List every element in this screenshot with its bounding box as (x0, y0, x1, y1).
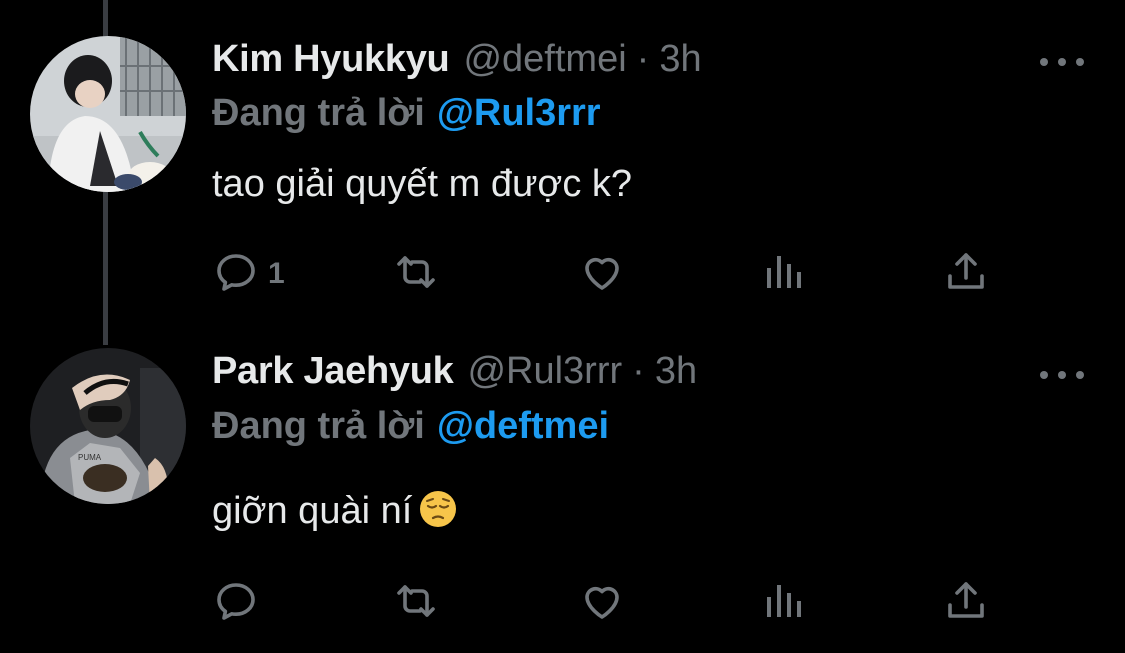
analytics-button[interactable] (760, 575, 808, 631)
like-icon (578, 577, 626, 630)
display-name[interactable]: Park Jaehyuk (212, 350, 454, 393)
separator-dot: · (632, 350, 645, 392)
separator-dot: · (636, 38, 650, 80)
analytics-icon (760, 248, 808, 301)
like-icon (578, 248, 626, 301)
retweet-button[interactable] (392, 246, 440, 302)
tweet[interactable]: PUMA Park Jaehyuk @Rul3rrr · 3h Đang trả… (0, 325, 1125, 653)
retweet-icon (392, 577, 440, 630)
analytics-icon (760, 577, 808, 630)
tweet[interactable]: Kim Hyukkyu @deftmei · 3h Đang trả lời @R… (0, 0, 1125, 325)
share-icon (942, 248, 990, 301)
reply-button[interactable]: 1 (212, 246, 285, 302)
tweet-actions (0, 575, 1125, 631)
pensive-face-emoji-icon (418, 489, 458, 539)
user-handle[interactable]: @Rul3rrr (467, 350, 622, 393)
tweet-text: giỡn quài ní (212, 490, 413, 532)
reply-icon (212, 577, 260, 630)
replying-to-label: Đang trả lời (212, 405, 425, 447)
share-button[interactable] (942, 575, 990, 631)
tweet-actions: 1 (0, 246, 1125, 302)
share-icon (942, 577, 990, 630)
reply-icon (212, 248, 260, 301)
retweet-icon (392, 248, 440, 301)
like-button[interactable] (578, 575, 626, 631)
user-handle[interactable]: @deftmei (463, 38, 626, 81)
more-icon[interactable] (1040, 52, 1084, 72)
replying-to: Đang trả lời @deftmei (212, 405, 609, 448)
reply-button[interactable] (212, 575, 268, 631)
more-icon[interactable] (1040, 365, 1084, 385)
timestamp[interactable]: 3h (659, 38, 701, 81)
reply-count: 1 (268, 257, 285, 290)
tweet-text-container: giỡn quài ní (212, 489, 458, 539)
replying-to: Đang trả lời @Rul3rrr (212, 92, 601, 135)
share-button[interactable] (942, 246, 990, 302)
tweet-header: Park Jaehyuk @Rul3rrr · 3h (212, 350, 697, 393)
timestamp[interactable]: 3h (655, 350, 697, 393)
tweet-text: tao giải quyết m được k? (212, 163, 633, 205)
avatar[interactable]: PUMA (30, 348, 186, 504)
analytics-button[interactable] (760, 246, 808, 302)
svg-text:PUMA: PUMA (78, 453, 102, 462)
avatar[interactable] (30, 36, 186, 192)
display-name[interactable]: Kim Hyukkyu (212, 38, 450, 81)
tweet-header: Kim Hyukkyu @deftmei · 3h (212, 38, 702, 81)
like-button[interactable] (578, 246, 626, 302)
replying-to-handle-link[interactable]: @deftmei (437, 405, 609, 447)
replying-to-handle-link[interactable]: @Rul3rrr (437, 92, 601, 134)
replying-to-label: Đang trả lời (212, 92, 425, 134)
retweet-button[interactable] (392, 575, 440, 631)
